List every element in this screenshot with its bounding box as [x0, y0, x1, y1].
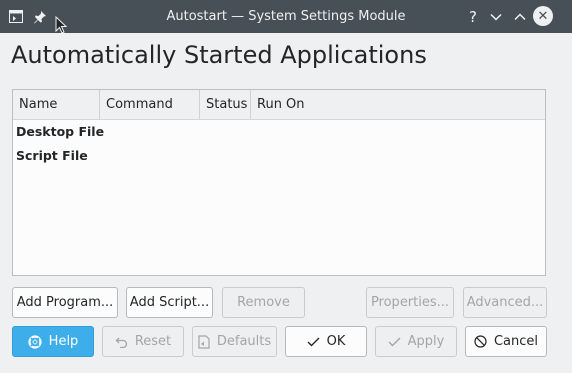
- undo-icon: [115, 336, 128, 348]
- defaults-button-label: Defaults: [216, 334, 272, 349]
- mouse-cursor-icon: [55, 16, 67, 34]
- advanced-button[interactable]: Advanced...: [463, 287, 547, 318]
- column-header-name[interactable]: Name: [13, 90, 100, 119]
- cancel-icon: [474, 335, 487, 348]
- document-revert-icon: [198, 334, 210, 349]
- table-row-script-file[interactable]: Script File: [16, 148, 88, 163]
- cancel-button-label: Cancel: [493, 334, 539, 349]
- cancel-button[interactable]: Cancel: [465, 326, 547, 357]
- apply-button[interactable]: Apply: [375, 326, 457, 357]
- minimize-icon[interactable]: [486, 0, 506, 33]
- column-header-status[interactable]: Status: [200, 90, 251, 119]
- reset-button-label: Reset: [134, 334, 172, 349]
- autostart-table[interactable]: Name Command Status Run On Desktop File …: [12, 89, 546, 276]
- add-script-button[interactable]: Add Script...: [126, 287, 213, 318]
- reset-button[interactable]: Reset: [102, 326, 184, 357]
- apply-button-label: Apply: [407, 334, 445, 349]
- column-header-run-on[interactable]: Run On: [251, 90, 545, 119]
- close-icon[interactable]: ✕: [533, 6, 553, 26]
- defaults-button[interactable]: Defaults: [192, 326, 277, 357]
- page-title: Automatically Started Applications: [11, 41, 427, 69]
- ok-button[interactable]: OK: [285, 326, 367, 357]
- help-button-label: Help: [48, 334, 79, 349]
- help-icon[interactable]: ?: [463, 0, 483, 33]
- window-titlebar[interactable]: Autostart — System Settings Module ? ✕: [0, 0, 572, 33]
- remove-button[interactable]: Remove: [222, 287, 305, 318]
- help-button[interactable]: Help: [12, 326, 94, 357]
- table-header: Name Command Status Run On: [13, 90, 545, 120]
- column-header-command[interactable]: Command: [100, 90, 200, 119]
- maximize-icon[interactable]: [510, 0, 530, 33]
- checkmark-icon: [307, 337, 320, 347]
- properties-button[interactable]: Properties...: [366, 287, 454, 318]
- apply-checkmark-icon: [388, 337, 401, 347]
- ok-button-label: OK: [326, 334, 346, 349]
- help-lifebuoy-icon: [28, 334, 42, 349]
- add-program-button[interactable]: Add Program...: [12, 287, 118, 318]
- table-row-desktop-file[interactable]: Desktop File: [16, 124, 104, 139]
